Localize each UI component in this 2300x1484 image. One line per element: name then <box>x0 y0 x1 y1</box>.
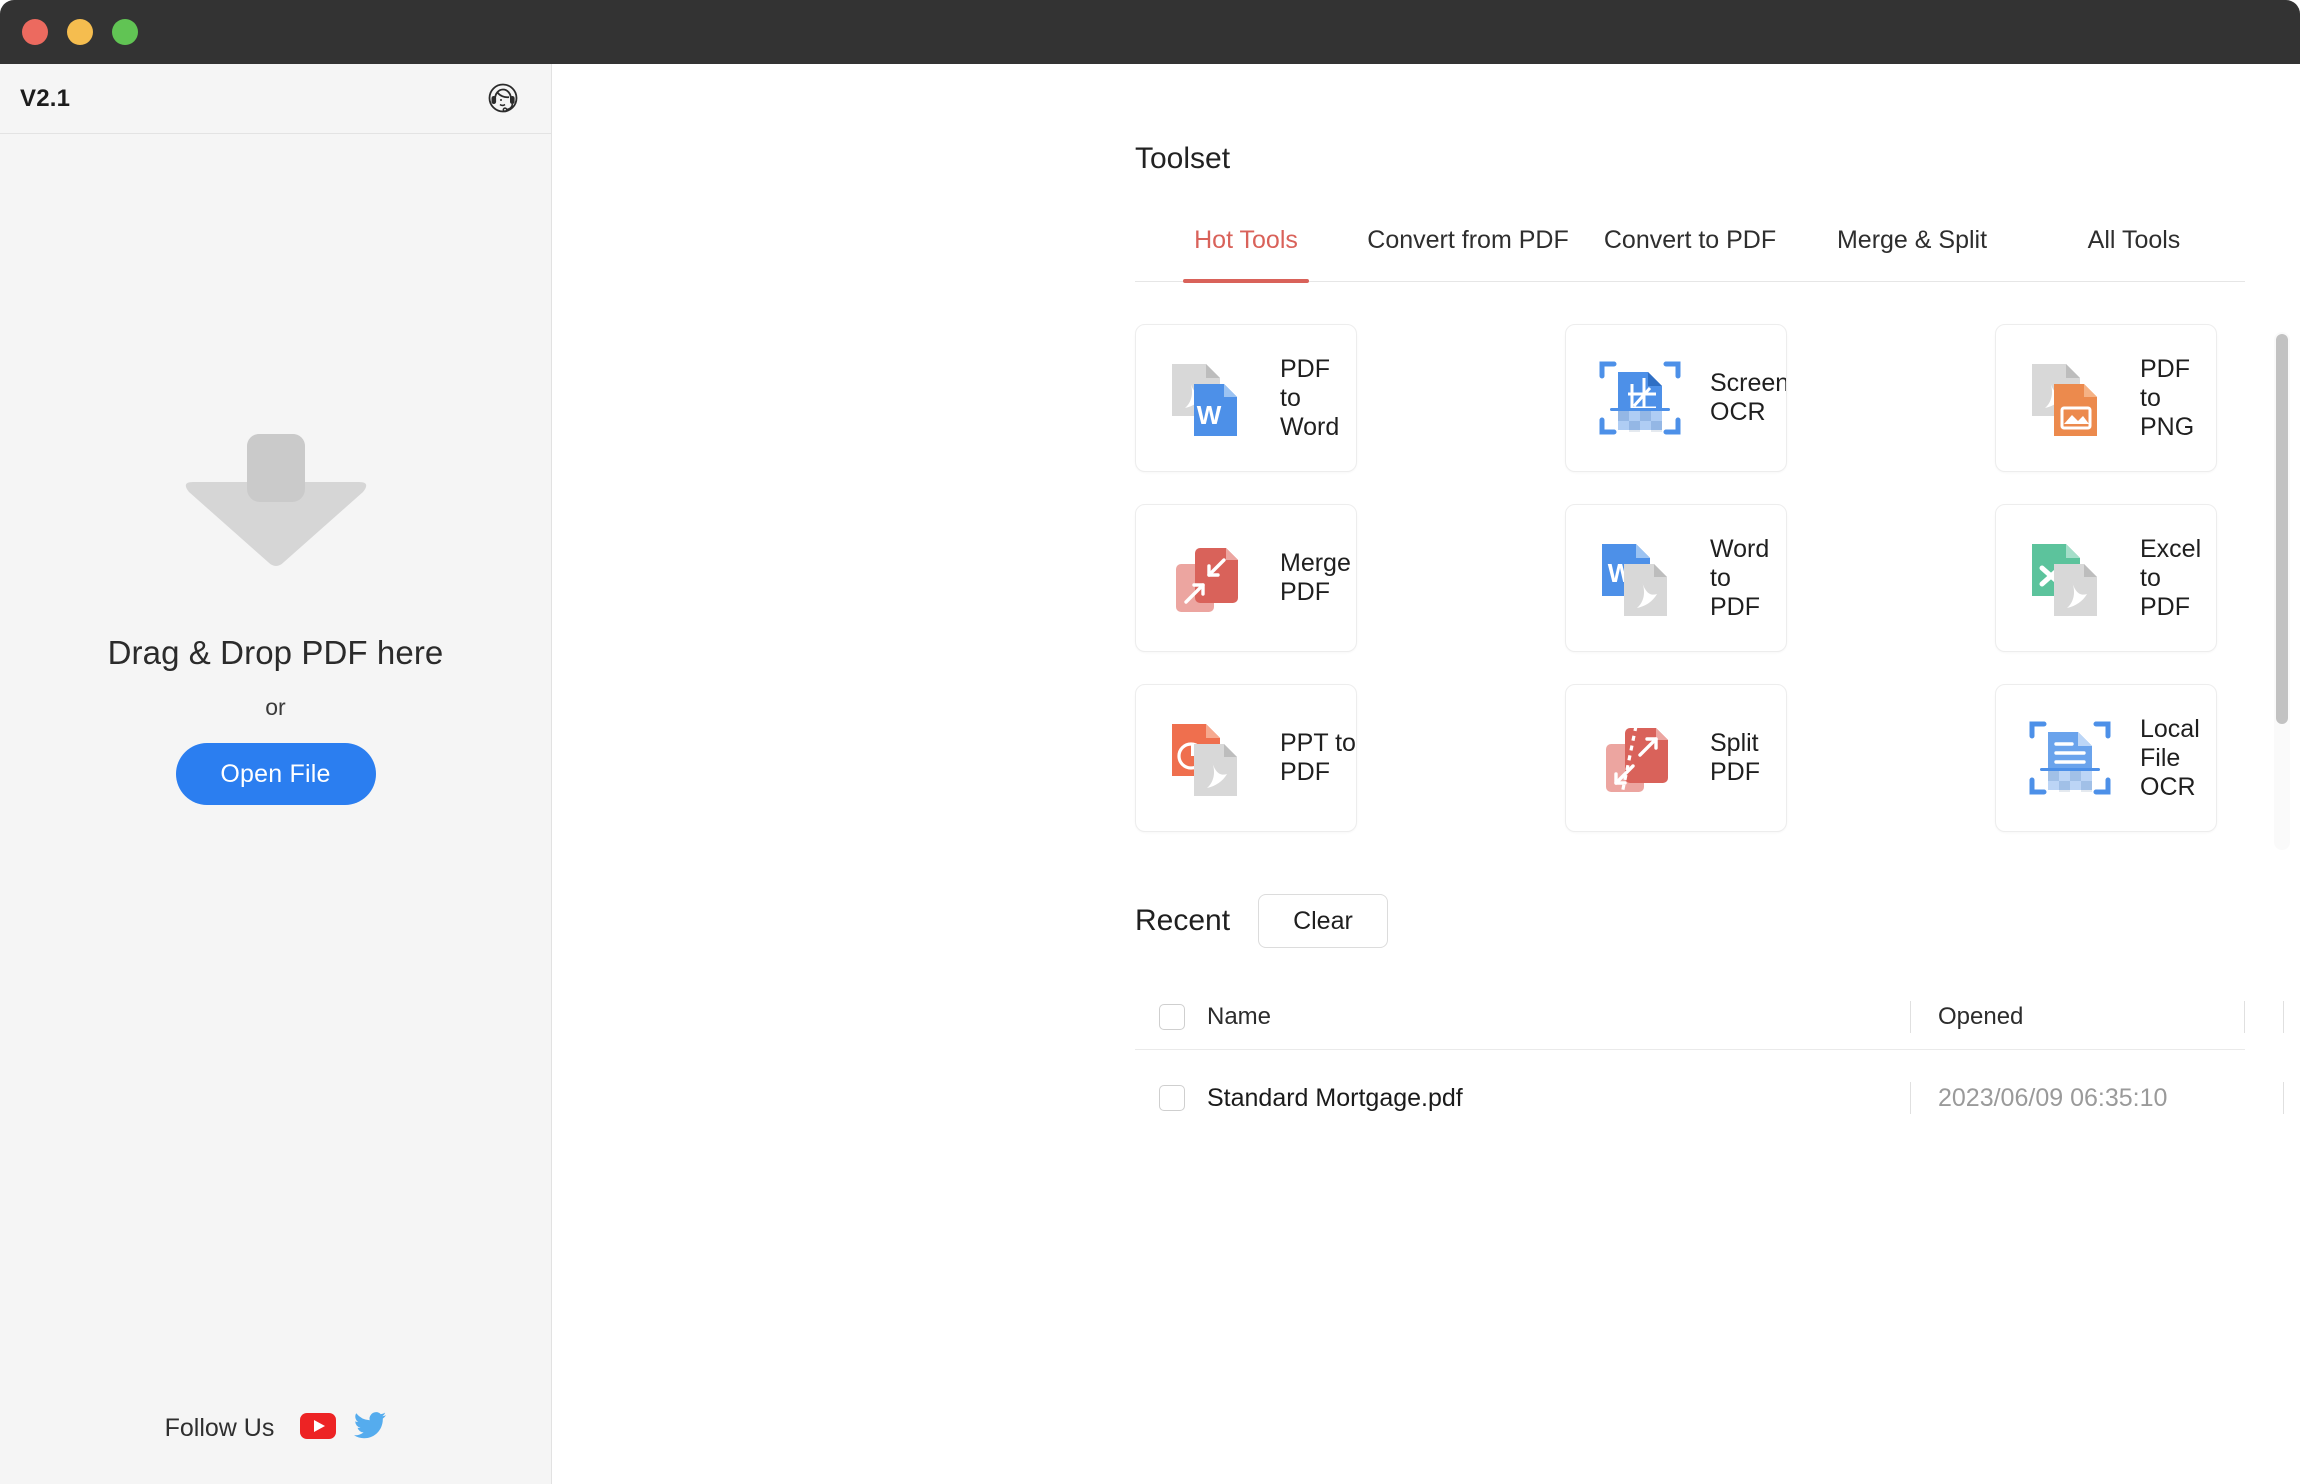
tool-label: Merge PDF <box>1280 549 1351 606</box>
drop-zone-title: Drag & Drop PDF here <box>107 634 444 671</box>
pdf-to-word-icon: W <box>1162 350 1258 446</box>
sidebar-header: V2.1 <box>0 64 551 134</box>
tool-card-local-file-ocr[interactable]: Local File OCR <box>1995 684 2217 832</box>
cell-opened: 2023/06/09 06:35:10 <box>1910 1084 2283 1113</box>
tool-card-split-pdf[interactable]: Split PDF <box>1565 684 1787 832</box>
column-header-label: Opened <box>1938 1002 2024 1030</box>
tool-label: Word to PDF <box>1710 534 1770 621</box>
tab-convert-from-pdf[interactable]: Convert from PDF <box>1357 226 1579 281</box>
tools-scrollbar-thumb[interactable] <box>2276 334 2288 724</box>
recent-header: Recent Clear <box>1135 894 2300 948</box>
table-row[interactable]: Standard Mortgage.pdf 2023/06/09 06:35:1… <box>1135 1050 2245 1146</box>
select-all-checkbox[interactable] <box>1159 1003 1185 1030</box>
tool-label: Screenshot OCR <box>1710 369 1786 426</box>
drop-zone[interactable]: Drag & Drop PDF here or Open File <box>0 134 551 1412</box>
toolset-tabs: Hot Tools Convert from PDF Convert to PD… <box>1135 226 2245 282</box>
merge-pdf-icon <box>1162 530 1258 626</box>
tab-hot-tools[interactable]: Hot Tools <box>1135 226 1357 281</box>
follow-us-label: Follow Us <box>164 1413 275 1442</box>
tool-card-word-to-pdf[interactable]: W Word to PDF <box>1565 504 1787 652</box>
tool-label: Split PDF <box>1710 729 1760 786</box>
download-arrow-icon <box>181 434 371 574</box>
table-end-divider <box>2244 1000 2245 1033</box>
word-to-pdf-icon: W <box>1592 530 1688 626</box>
split-pdf-icon <box>1592 710 1688 806</box>
recent-title: Recent <box>1135 904 1231 937</box>
traffic-lights <box>22 19 138 45</box>
file-opened-time: 2023/06/09 06:35:10 <box>1938 1083 2168 1112</box>
app-window: V2.1 Drag & Drop PDF here or Open File F… <box>0 0 2300 1484</box>
sidebar: V2.1 Drag & Drop PDF here or Open File F… <box>0 64 552 1484</box>
row-checkbox[interactable] <box>1159 1085 1185 1111</box>
tool-label: PPT to PDF <box>1280 729 1356 786</box>
follow-us-bar: Follow Us <box>0 1412 551 1484</box>
close-window-button[interactable] <box>22 19 48 45</box>
tool-card-pdf-to-word[interactable]: W PDF to Word <box>1135 324 1357 472</box>
svg-text:W: W <box>1197 400 1222 430</box>
column-name: Name <box>1135 1003 1910 1031</box>
page-title: Toolset <box>1135 142 1231 175</box>
cell-name: Standard Mortgage.pdf <box>1135 1084 1910 1113</box>
tools-scrollbar[interactable] <box>2274 332 2290 850</box>
tool-label: PDF to Word <box>1280 354 1340 441</box>
cell-size: 292 KB <box>2283 1069 2300 1127</box>
version-label: V2.1 <box>20 84 71 112</box>
tool-label: PDF to PNG <box>2140 354 2195 441</box>
youtube-icon[interactable] <box>300 1412 337 1444</box>
tool-label: Excel to PDF <box>2140 534 2202 621</box>
minimize-window-button[interactable] <box>67 19 93 45</box>
tool-grid: W PDF to Word Scree OCR PDF to PNG Merge… <box>1135 324 2245 832</box>
column-opened: Opened <box>1910 1003 2283 1031</box>
drop-zone-or-label: or <box>265 694 286 720</box>
tab-merge-and-split[interactable]: Merge & Split <box>1801 226 2023 281</box>
maximize-window-button[interactable] <box>112 19 138 45</box>
title-bar <box>0 0 2300 64</box>
open-file-button[interactable]: Open File <box>175 743 376 805</box>
tool-label: Local File OCR <box>2140 714 2200 801</box>
excel-to-pdf-icon <box>2022 530 2118 626</box>
headset-support-icon[interactable] <box>483 79 523 119</box>
table-header-row: Name Opened Size <box>1135 984 2245 1050</box>
column-header-label: Name <box>1207 1002 1272 1030</box>
main-panel: Toolset Hot Tools Convert from PDF Conve… <box>552 64 2300 1484</box>
tools-scroll-area: W PDF to Word Scree OCR PDF to PNG Merge… <box>1135 324 2300 858</box>
tool-card-screenshot-ocr[interactable]: Screenshot OCR <box>1565 324 1787 472</box>
pdf-to-png-icon <box>2022 350 2118 446</box>
local-file-ocr-icon <box>2022 710 2118 806</box>
tool-card-ppt-to-pdf[interactable]: PPT to PDF <box>1135 684 1357 832</box>
app-body: V2.1 Drag & Drop PDF here or Open File F… <box>0 64 2300 1484</box>
file-name: Standard Mortgage.pdf <box>1207 1083 1463 1112</box>
tool-card-pdf-to-png[interactable]: PDF to PNG <box>1995 324 2217 472</box>
ppt-to-pdf-icon <box>1162 710 1258 806</box>
tool-card-excel-to-pdf[interactable]: Excel to PDF <box>1995 504 2217 652</box>
column-size: Size <box>2283 1003 2300 1031</box>
recent-table: Name Opened Size Standard Mortgage.pdf <box>1135 984 2245 1146</box>
tab-convert-to-pdf[interactable]: Convert to PDF <box>1579 226 1801 281</box>
twitter-icon[interactable] <box>354 1412 387 1444</box>
tab-all-tools[interactable]: All Tools <box>2023 226 2245 281</box>
clear-recent-button[interactable]: Clear <box>1258 894 1388 948</box>
tool-card-merge-pdf[interactable]: Merge PDF <box>1135 504 1357 652</box>
screenshot-ocr-icon <box>1592 350 1688 446</box>
